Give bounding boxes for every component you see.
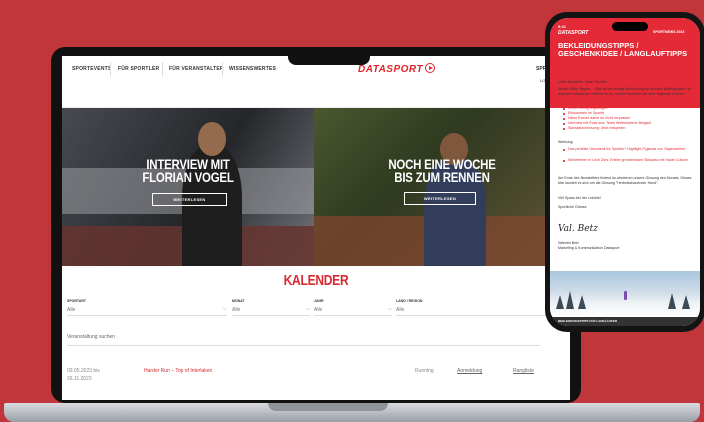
nav-divider	[162, 62, 163, 76]
hero-title-line2: BIS ZUM RENNEN	[394, 169, 490, 185]
nav-wissenswertes[interactable]: WISSENSWERTES	[229, 66, 276, 72]
ad-link[interactable]: Winterferien in Lech Zürs: Erlebe grenze…	[568, 158, 690, 163]
chevron-down-icon[interactable]: ⌵	[388, 306, 392, 312]
filter-sport-select[interactable]: Alle	[67, 307, 75, 313]
hero-overlay	[62, 108, 314, 266]
hero-tile-interview[interactable]: INTERVIEW MIT FLORIAN VOGEL WEITERLESEN	[62, 108, 314, 266]
newsletter-screen: 9:41 DATASPORT SPORTNEWS 2023 BEKLEIDUNG…	[550, 18, 700, 326]
topic-link[interactable]: Interview mit Ross aus: Team Weltmeister…	[568, 121, 690, 126]
tree-icon	[682, 295, 690, 309]
website-screen: SPORTEVENTS FÜR SPORTLER FÜR VERANSTALTE…	[62, 56, 570, 400]
filter-underline	[396, 315, 570, 316]
phone-camera-island	[612, 22, 648, 31]
datasport-logo[interactable]: DATASPORT	[358, 63, 436, 75]
footer-label: BEKLEIDUNGSTIPPS FÜR LANGLÄUFER	[558, 319, 618, 323]
filter-underline	[67, 315, 227, 316]
status-time: 9:41	[558, 24, 567, 29]
bullet-dot	[563, 149, 565, 151]
newsletter-title: BEKLEIDUNGSTIPPS / GESCHENKIDEE / LANGLA…	[558, 41, 688, 58]
newsletter-date: SPORTNEWS 2023	[653, 30, 685, 34]
event-search-input[interactable]: Veranstaltung suchen	[67, 334, 115, 340]
ad-link[interactable]: Das perfekte Geschenk für Sportler? High…	[568, 147, 690, 152]
chevron-down-icon[interactable]: ⌵	[306, 306, 310, 312]
filter-label-month: MONAT	[232, 299, 245, 303]
nav-fuer-veranstalter[interactable]: FÜR VERANSTALTER	[169, 66, 224, 72]
bullet-dot	[563, 123, 565, 125]
nav-divider	[110, 62, 111, 76]
play-icon	[425, 63, 436, 73]
event-results-link[interactable]: Rangliste	[513, 368, 534, 374]
ad-label: Werbung:	[558, 140, 574, 144]
tree-icon	[578, 295, 586, 309]
filter-month-select[interactable]: Alle	[232, 307, 240, 313]
search-underline	[67, 345, 540, 346]
bullet-dot	[563, 113, 565, 115]
event-sport: Running	[415, 368, 434, 374]
intro-text: Nebel, Kälte, Regen… Was ist die richtig…	[558, 87, 691, 96]
filter-label-sport: SPORTART	[67, 299, 86, 303]
event-register-link[interactable]: Anmeldung	[457, 368, 482, 374]
handwritten-signature: Val. Betz	[558, 224, 598, 234]
bullet-dot	[563, 118, 565, 120]
logo-text: DATASPORT	[358, 64, 424, 75]
bullet-dot	[563, 128, 565, 130]
filter-label-region: LAND / REGION	[396, 299, 423, 303]
sender-role: Marketing & Kommunikation Datasport	[558, 246, 620, 250]
filter-underline	[314, 315, 392, 316]
skier-figure	[624, 291, 627, 300]
tree-icon	[566, 291, 574, 309]
bullet-dot	[563, 160, 565, 162]
event-name-link[interactable]: Harder Run – Top of Interlaken	[144, 368, 212, 374]
bullet-dot	[563, 108, 565, 110]
sender-name: Valentin Betz	[558, 241, 579, 245]
greeting: Liebe Sportlerin, lieber Sportler	[558, 80, 608, 84]
nav-divider	[222, 62, 223, 76]
laptop-base-groove	[268, 403, 388, 411]
tree-icon	[556, 295, 564, 309]
nav-sportevents[interactable]: SPORTEVENTS	[72, 66, 111, 72]
hero-tile-race-week[interactable]: NOCH EINE WOCHE BIS ZUM RENNEN WEITERLES…	[314, 108, 570, 266]
filter-year-select[interactable]: Alle	[314, 307, 322, 313]
topic-link[interactable]: Diese Events darfst du nicht verpassen	[568, 116, 690, 121]
wish-text: Viel Spass bei der Lektüre!	[558, 196, 601, 200]
winter-landscape-image	[550, 271, 700, 317]
newsletter-footer: BEKLEIDUNGSTIPPS FÜR LANGLÄUFER	[550, 317, 700, 326]
filter-label-year: JAHR	[314, 299, 324, 303]
hero-read-more-button[interactable]: WEITERLESEN	[152, 193, 227, 206]
topic-link[interactable]: Startplatzverlosung: Jetzt mitspielen	[568, 126, 690, 131]
outro-text: Am Ende des Newsletters findest du wiede…	[558, 176, 692, 185]
hero-title-line2: FLORIAN VOGEL	[142, 169, 234, 185]
nav-fuer-sportler[interactable]: FÜR SPORTLER	[118, 66, 159, 72]
hero-read-more-button[interactable]: WEITERLESEN	[404, 192, 476, 205]
filter-underline	[232, 315, 310, 316]
tree-icon	[668, 293, 676, 309]
chevron-down-icon[interactable]: ⌵	[223, 306, 227, 312]
newsletter-brand: DATASPORT	[558, 30, 589, 36]
calendar-heading: KALENDER	[283, 272, 349, 289]
filter-region-select[interactable]: Alle	[396, 307, 404, 313]
laptop-camera-notch	[288, 47, 370, 65]
topic-link[interactable]: Einkommen im Sportel	[568, 111, 690, 116]
topic-link[interactable]: Immer richtig angezogen	[568, 106, 690, 111]
regards-text: Sportliche Grüsse	[558, 205, 587, 209]
hero-overlay	[314, 108, 570, 266]
event-date-to: 26.11.2023	[67, 376, 92, 382]
event-date-from: 09.05.2023 bis	[67, 368, 100, 374]
